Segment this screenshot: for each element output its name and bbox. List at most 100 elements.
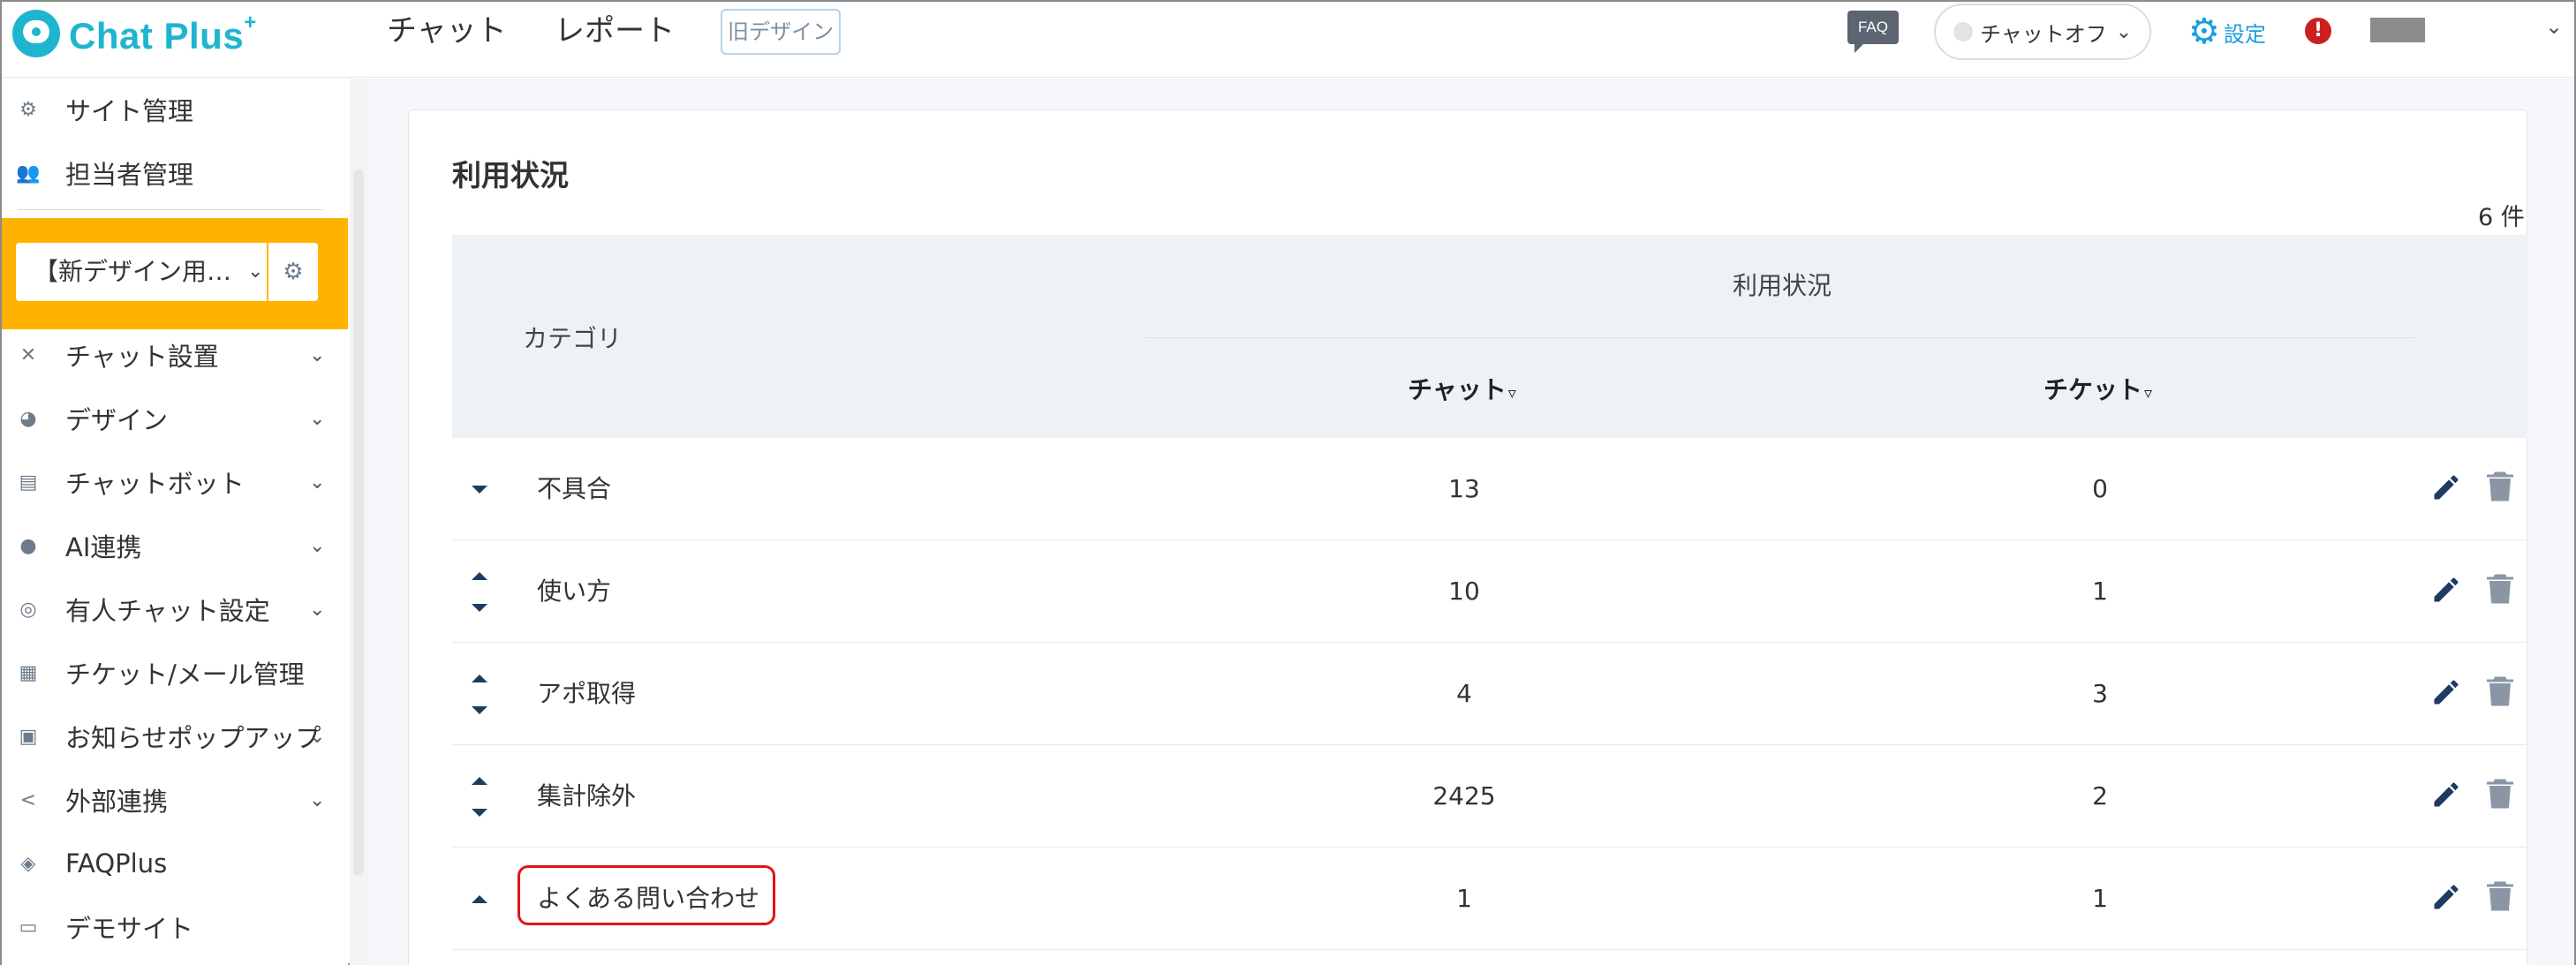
- highlight-frame: [517, 865, 775, 925]
- sidebar-item-label: デモサイト: [65, 914, 194, 944]
- chat-count: 13: [1448, 474, 1480, 503]
- sidebar-item-site-management[interactable]: ⚙ サイト管理: [2, 79, 348, 140]
- status-dot-icon: [1953, 22, 1973, 41]
- settings-label: 設定: [2223, 21, 2266, 47]
- move-up-icon[interactable]: [472, 572, 487, 580]
- sidebar-item-integration[interactable]: < 外部連携 ⌄: [2, 769, 348, 831]
- sidebar-item-faqplus[interactable]: ◈ FAQPlus: [2, 833, 348, 894]
- sidebar-divider: [18, 209, 323, 210]
- faq-icon[interactable]: FAQ: [1847, 11, 1899, 53]
- settings-link[interactable]: ⚙ 設定: [2188, 12, 2266, 51]
- move-up-icon[interactable]: [472, 675, 487, 682]
- edit-icon[interactable]: [2430, 779, 2462, 810]
- nav-report[interactable]: レポート: [555, 11, 675, 51]
- alert-icon[interactable]: !: [2305, 18, 2331, 44]
- chat-status-dropdown[interactable]: チャットオフ ⌄: [1934, 4, 2151, 60]
- page-title: 利用状況: [452, 158, 569, 192]
- trash-icon[interactable]: [2487, 572, 2513, 606]
- bulb-icon: ●: [19, 534, 37, 557]
- share-icon: <: [19, 788, 37, 811]
- chat-count: 1: [1456, 884, 1472, 913]
- chatplus-logo[interactable]: Chat Plus+: [12, 9, 257, 58]
- table-row: 集計除外 2425 2: [452, 745, 2527, 848]
- sidebar-item-chatbot[interactable]: ▤ チャットボット ⌄: [2, 451, 348, 513]
- category-name: 集計除外: [537, 781, 637, 810]
- sidebar-item-label: 外部連携: [65, 787, 169, 817]
- ticket-count: 0: [2092, 474, 2108, 503]
- column-header-category: カテゴリ: [523, 324, 623, 353]
- sidebar-item-label: チャットボット: [65, 469, 245, 499]
- sidebar-item-ai[interactable]: ● AI連携 ⌄: [2, 515, 348, 577]
- column-header-chat[interactable]: チャット ▿: [1408, 371, 1516, 406]
- trash-icon[interactable]: [2487, 675, 2513, 708]
- table-header: [452, 235, 2527, 438]
- gear-icon: ⚙: [2188, 11, 2220, 52]
- sidebar-item-manned-chat[interactable]: ◎ 有人チャット設定 ⌄: [2, 578, 348, 640]
- site-select-area: 【新デザイン用… ⌄ ⚙: [2, 218, 348, 329]
- column-header-usage: 利用状況: [1733, 271, 1832, 300]
- gear-icon: ⚙: [19, 98, 37, 121]
- move-down-icon[interactable]: [472, 486, 487, 494]
- browser-icon: ▭: [19, 916, 38, 939]
- chevron-down-icon: ⌄: [309, 407, 326, 430]
- sort-icon: ▿: [1507, 384, 1516, 403]
- sidebar-item-label: 担当者管理: [65, 160, 194, 190]
- sidebar-scrollbar-thumb[interactable]: [353, 170, 364, 876]
- chevron-down-icon: ⌄: [309, 471, 326, 494]
- sort-icon: ▿: [2144, 384, 2153, 403]
- chevron-down-icon: ⌄: [309, 725, 326, 748]
- table-row: アポ取得 4 3: [452, 643, 2527, 745]
- edit-icon[interactable]: [2430, 676, 2462, 708]
- old-design-button[interactable]: 旧デザイン: [721, 9, 841, 55]
- header-divider: [1146, 337, 2414, 338]
- chevron-down-icon: ⌄: [309, 788, 326, 811]
- chevron-down-icon: ⌄: [309, 343, 326, 366]
- site-select-dropdown[interactable]: 【新デザイン用… ⌄: [16, 243, 267, 301]
- headset-icon: ◎: [19, 598, 37, 621]
- move-down-icon[interactable]: [472, 809, 487, 817]
- move-up-icon[interactable]: [472, 777, 487, 785]
- chat-count: 4: [1456, 679, 1472, 708]
- result-count: 6 件: [2478, 204, 2525, 231]
- column-header-ticket[interactable]: チケット ▿: [2043, 371, 2152, 406]
- palette-icon: ◕: [19, 407, 37, 430]
- sidebar-item-design[interactable]: ◕ デザイン ⌄: [2, 388, 348, 449]
- chevron-down-icon: ⌄: [309, 598, 326, 621]
- user-menu-chevron-icon[interactable]: ⌄: [2545, 14, 2563, 39]
- edit-icon[interactable]: [2430, 881, 2462, 913]
- ticket-count: 3: [2092, 679, 2108, 708]
- sidebar: ⚙ サイト管理 👥 担当者管理 【新デザイン用… ⌄ ⚙ ✕ チャット設置 ⌄ …: [2, 79, 348, 965]
- ticket-count: 1: [2092, 884, 2108, 913]
- column-header-ticket-label: チケット: [2043, 375, 2143, 404]
- trash-icon[interactable]: [2487, 777, 2513, 810]
- chat-icon: ▤: [19, 471, 38, 494]
- sidebar-item-label: 有人チャット設定: [65, 596, 270, 626]
- edit-icon[interactable]: [2430, 471, 2462, 503]
- nav-chat[interactable]: チャット: [387, 11, 507, 51]
- move-up-icon[interactable]: [472, 895, 487, 903]
- sidebar-item-demo-site[interactable]: ▭ デモサイト: [2, 896, 348, 958]
- sidebar-item-label: チャット設置: [65, 342, 219, 372]
- move-down-icon[interactable]: [472, 604, 487, 612]
- sidebar-item-label: お知らせポップアップ: [65, 723, 321, 753]
- chatplus-logo-icon: [12, 10, 60, 57]
- trash-icon[interactable]: [2487, 470, 2513, 503]
- ticket-count: 2: [2092, 781, 2108, 810]
- sidebar-item-label: デザイン: [65, 405, 169, 435]
- sidebar-item-label: チケット/メール管理: [65, 660, 305, 690]
- chevron-down-icon: ⌄: [2115, 20, 2133, 43]
- sidebar-item-label: FAQPlus: [65, 848, 168, 878]
- edit-icon[interactable]: [2430, 574, 2462, 606]
- list-icon: ▦: [19, 661, 38, 684]
- sidebar-item-ticket-mail[interactable]: ▦ チケット/メール管理: [2, 642, 348, 704]
- chat-count: 10: [1448, 577, 1480, 606]
- sidebar-item-popup[interactable]: ▣ お知らせポップアップ ⌄: [2, 705, 348, 767]
- site-settings-gear-icon[interactable]: ⚙: [268, 243, 318, 301]
- sidebar-item-chat-install[interactable]: ✕ チャット設置 ⌄: [2, 324, 348, 386]
- trash-icon[interactable]: [2487, 879, 2513, 913]
- user-avatar[interactable]: [2370, 18, 2425, 42]
- sidebar-item-operator-management[interactable]: 👥 担当者管理: [2, 142, 348, 204]
- tools-icon: ✕: [19, 343, 37, 366]
- table-row: 使い方 10 1: [452, 540, 2527, 643]
- move-down-icon[interactable]: [472, 706, 487, 714]
